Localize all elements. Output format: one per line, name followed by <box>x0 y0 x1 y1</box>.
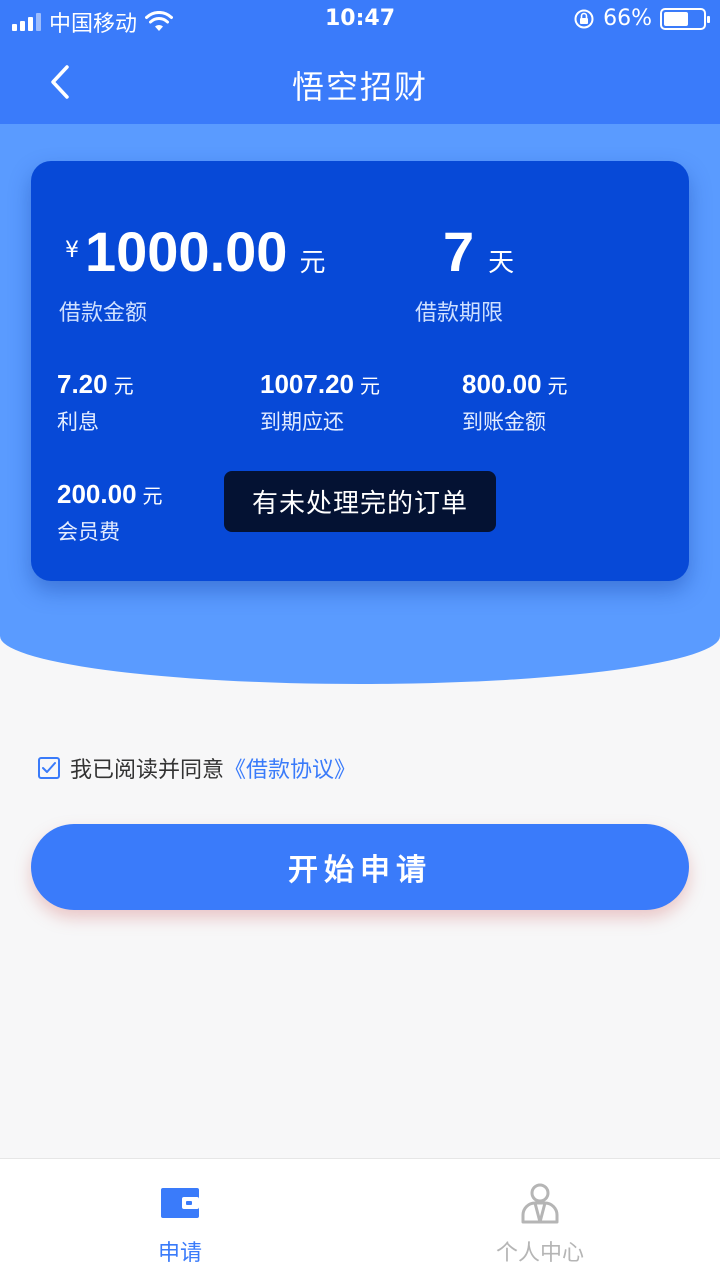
user-icon <box>518 1181 562 1225</box>
tab-bar: 申请 个人中心 <box>0 1158 720 1280</box>
tab-personal-center[interactable]: 个人中心 <box>360 1159 720 1280</box>
stat-label: 会员费 <box>57 520 120 544</box>
battery-fill <box>664 11 688 26</box>
agreement-text: 我已阅读并同意 <box>70 758 225 783</box>
status-right: 66% <box>573 6 710 31</box>
tab-apply[interactable]: 申请 <box>0 1159 360 1280</box>
agreement-row: 我已阅读并同意 《借款协议》 <box>38 752 356 784</box>
agreement-checkbox[interactable] <box>38 757 60 779</box>
stat-label: 利息 <box>57 410 99 434</box>
check-icon <box>42 762 56 773</box>
rotation-lock-icon <box>574 9 594 28</box>
stat-value: 7.20 <box>57 369 108 399</box>
stat-label: 到期应还 <box>260 410 344 434</box>
battery-percent: 66% <box>603 6 652 31</box>
battery-icon <box>660 7 710 30</box>
stat-unit: 元 <box>142 484 163 508</box>
stat-received-amount: 800.00 元 到账金额 <box>462 369 568 436</box>
stat-membership-fee: 200.00 元 会员费 <box>57 479 163 546</box>
stat-unit: 元 <box>113 374 134 398</box>
tab-label: 申请 <box>157 1241 202 1266</box>
page-title: 悟空招财 <box>291 68 428 106</box>
stat-unit: 元 <box>547 374 568 398</box>
stat-unit: 元 <box>359 374 380 398</box>
loan-amount-label: 借款金额 <box>59 301 148 326</box>
loan-term-label: 借款期限 <box>415 301 504 326</box>
nav-bar: 悟空招财 <box>0 40 720 124</box>
loan-term: 7 天 <box>443 219 514 284</box>
stat-interest: 7.20 元 利息 <box>57 369 134 436</box>
status-bar: 中国移动 10:47 66% <box>0 0 720 40</box>
loan-amount: ¥ 1000.00 元 <box>65 219 325 284</box>
stat-value: 200.00 <box>57 479 137 509</box>
loan-amount-unit: 元 <box>299 248 326 278</box>
currency-symbol: ¥ <box>65 238 79 263</box>
tab-label: 个人中心 <box>495 1241 584 1266</box>
stat-value: 1007.20 <box>260 369 354 399</box>
loan-agreement-link[interactable]: 《借款协议》 <box>224 752 356 784</box>
loan-term-value: 7 <box>443 220 475 283</box>
loan-amount-value: 1000.00 <box>85 220 288 283</box>
toast-message: 有未处理完的订单 <box>224 471 496 532</box>
stat-value: 800.00 <box>462 369 542 399</box>
stat-due-amount: 1007.20 元 到期应还 <box>260 369 380 436</box>
start-application-button[interactable]: 开始申请 <box>31 824 689 910</box>
wallet-icon <box>158 1181 202 1225</box>
loan-term-unit: 天 <box>488 248 515 278</box>
stat-label: 到账金额 <box>462 410 546 434</box>
